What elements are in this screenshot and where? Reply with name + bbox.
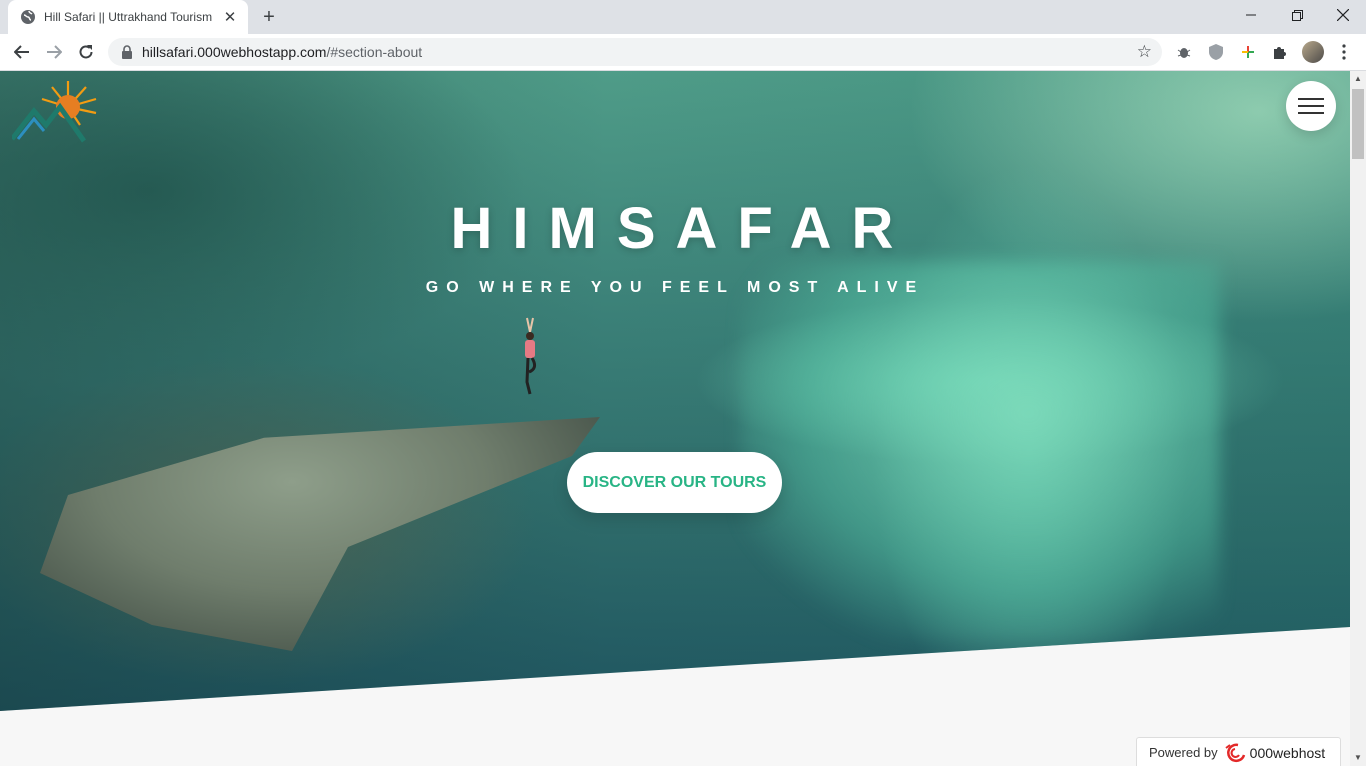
back-icon[interactable] — [10, 40, 34, 64]
close-icon[interactable]: ✕ — [222, 8, 238, 26]
plus-extension-icon[interactable] — [1238, 42, 1258, 62]
rock-cliff-image-area — [40, 417, 600, 651]
powered-by-label: Powered by — [1149, 745, 1218, 760]
hero-section — [0, 71, 1350, 711]
plus-icon[interactable]: + — [258, 6, 280, 28]
browser-tab-strip: Hill Safari || Uttrakhand Tourism ✕ + — [0, 0, 1366, 34]
restore-icon[interactable] — [1274, 0, 1320, 30]
000webhost-logo-icon — [1224, 743, 1246, 763]
star-icon[interactable]: ☆ — [1137, 42, 1152, 62]
yoga-person-figure — [525, 317, 537, 395]
browser-tab[interactable]: Hill Safari || Uttrakhand Tourism ✕ — [8, 0, 248, 34]
hero-title: HIMSAFAR — [450, 196, 914, 261]
bug-extension-icon[interactable] — [1174, 42, 1194, 62]
browser-toolbar: hillsafari.000webhostapp.com/#section-ab… — [0, 34, 1366, 71]
lock-icon[interactable] — [120, 45, 134, 59]
hero-subtitle: GO WHERE YOU FEEL MOST ALIVE — [425, 279, 925, 296]
url-path: /#section-about — [326, 44, 423, 60]
url-host: hillsafari.000webhostapp.com — [142, 44, 327, 60]
tab-title: Hill Safari || Uttrakhand Tourism — [44, 10, 213, 24]
site-logo[interactable] — [12, 77, 100, 143]
page-viewport: HIMSAFAR GO WHERE YOU FEEL MOST ALIVE DI… — [0, 71, 1350, 766]
window-close-icon[interactable] — [1320, 0, 1366, 30]
profile-avatar[interactable] — [1302, 41, 1324, 63]
scroll-up-icon[interactable]: ▲ — [1350, 71, 1366, 87]
menu-line — [1298, 112, 1324, 114]
kebab-menu-icon[interactable] — [1334, 42, 1354, 62]
powered-by-badge[interactable]: Powered by 000webhost — [1136, 737, 1341, 766]
scrollbar-thumb[interactable] — [1352, 89, 1364, 159]
address-bar[interactable]: hillsafari.000webhostapp.com/#section-ab… — [108, 38, 1162, 66]
menu-icon[interactable] — [1286, 81, 1336, 131]
forward-icon[interactable] — [42, 40, 66, 64]
discover-tours-button[interactable]: DISCOVER OUR TOURS — [567, 452, 782, 513]
lake-image-area — [740, 261, 1220, 641]
puzzle-extensions-icon[interactable] — [1270, 42, 1290, 62]
menu-line — [1298, 105, 1324, 107]
minimize-icon[interactable] — [1228, 0, 1274, 30]
globe-icon — [20, 9, 36, 25]
shield-extension-icon[interactable] — [1206, 42, 1226, 62]
menu-line — [1298, 98, 1324, 100]
reload-icon[interactable] — [74, 40, 98, 64]
powered-by-brand: 000webhost — [1249, 744, 1326, 761]
page-scrollbar[interactable]: ▲ ▼ — [1350, 71, 1366, 766]
scroll-down-icon[interactable]: ▼ — [1350, 750, 1366, 766]
url-text: hillsafari.000webhostapp.com/#section-ab… — [142, 44, 1137, 60]
